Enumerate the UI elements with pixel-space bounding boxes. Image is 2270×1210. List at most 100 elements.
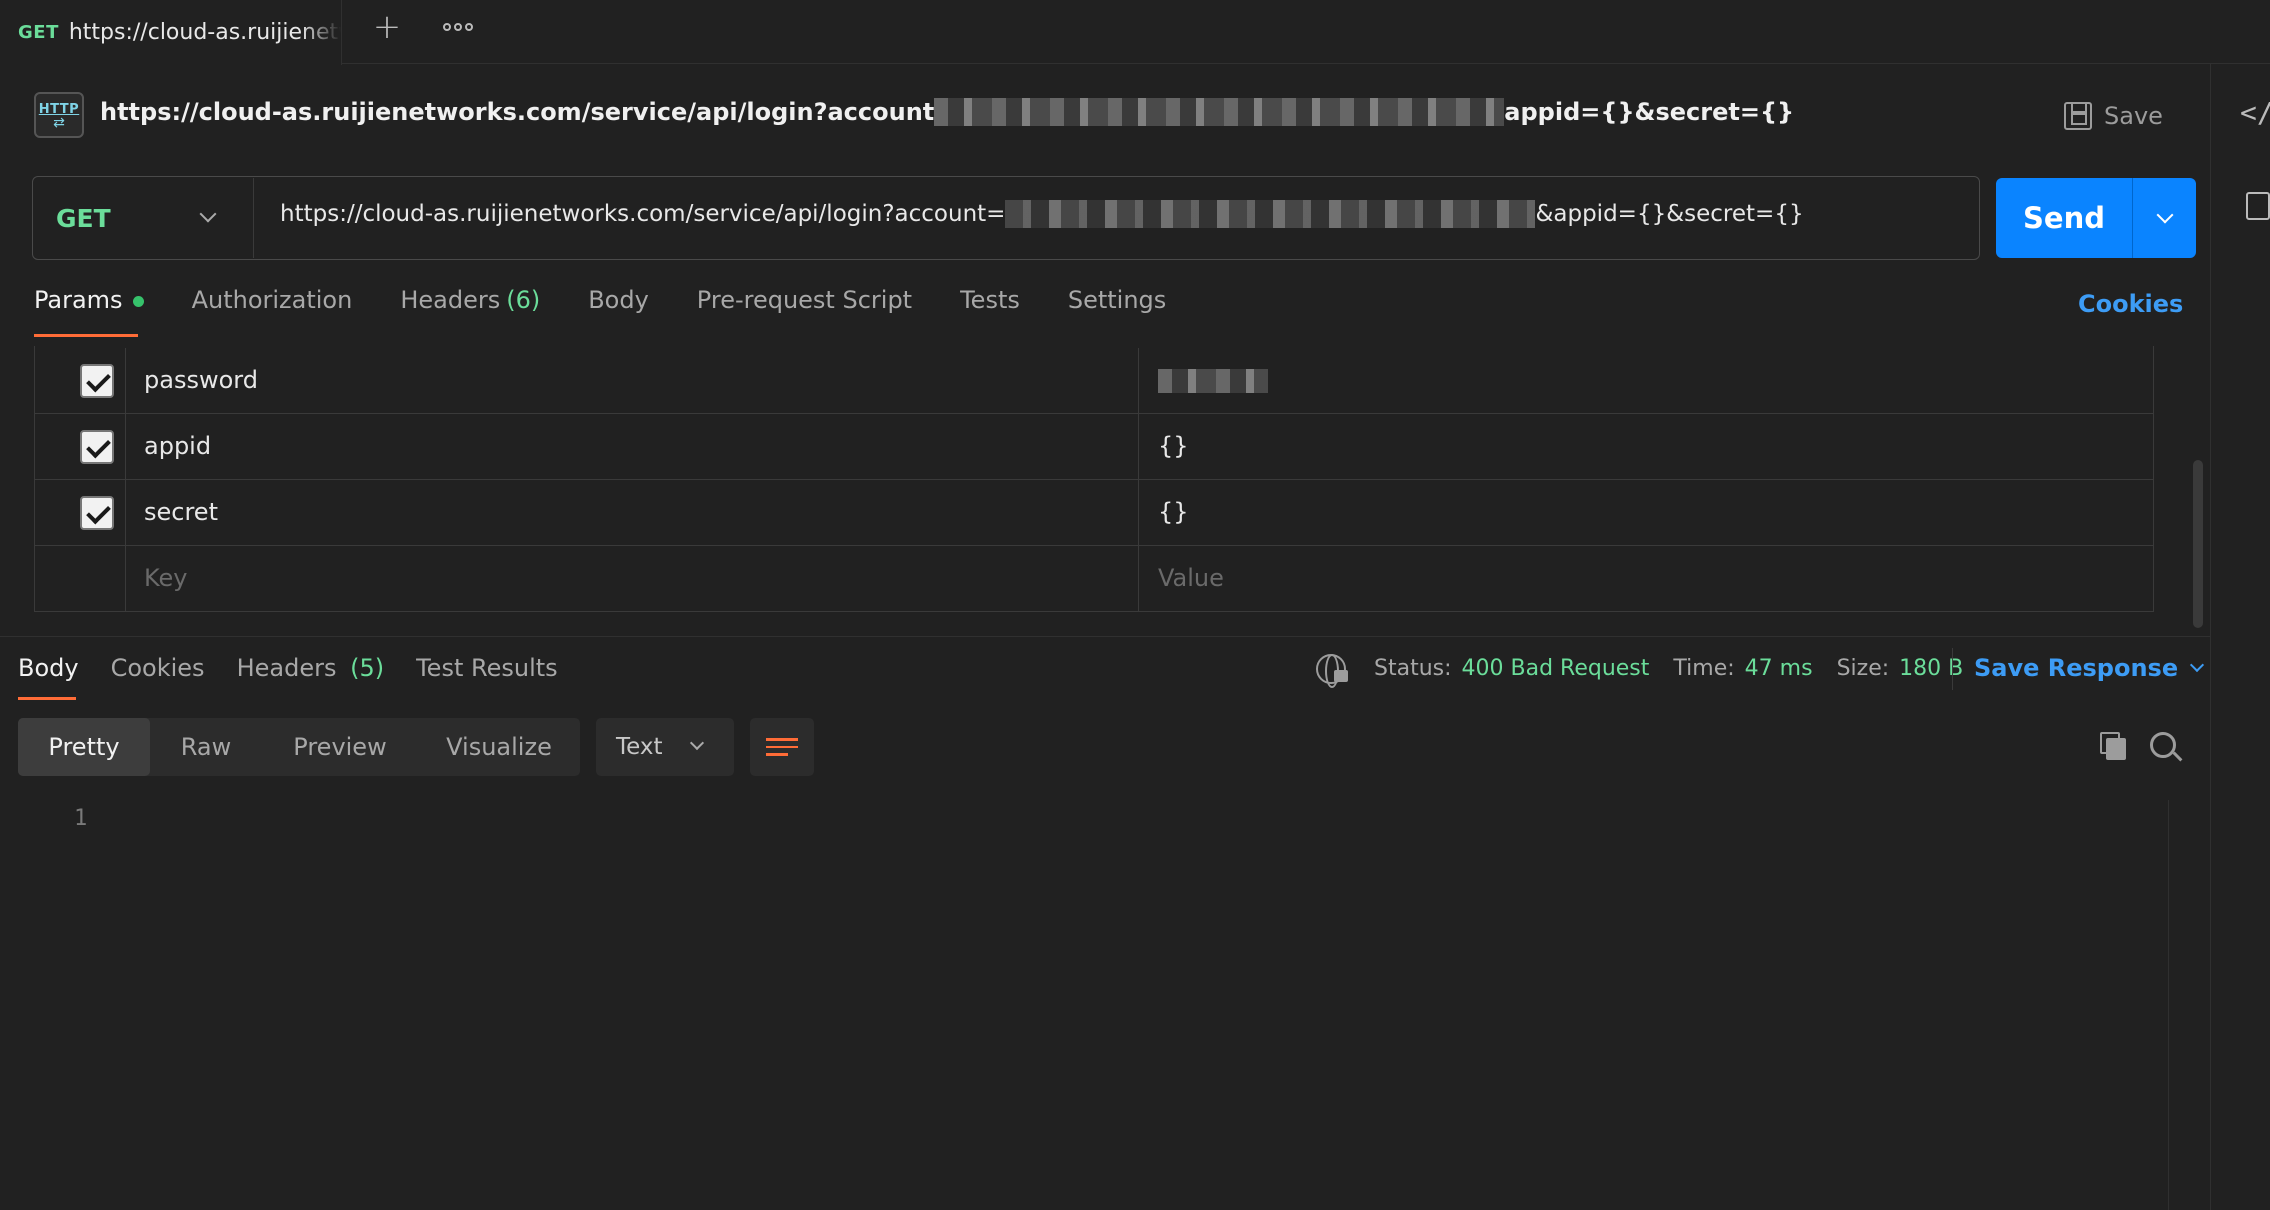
- format-select[interactable]: Text: [596, 718, 734, 776]
- table-row: appid {}: [34, 414, 2154, 480]
- response-tab-test-results[interactable]: Test Results: [416, 654, 590, 682]
- active-tab-underline: [34, 334, 138, 337]
- method-select[interactable]: GET: [34, 178, 254, 258]
- tab-label: Headers: [236, 654, 337, 682]
- params-active-dot: [132, 296, 144, 307]
- format-value: Text: [616, 734, 663, 760]
- chevron-down-icon: [2156, 206, 2173, 224]
- column-divider: [1138, 546, 1139, 612]
- row-enabled-checkbox[interactable]: [80, 430, 114, 464]
- time-label: Time:: [1673, 656, 1735, 681]
- column-divider: [1138, 480, 1139, 546]
- request-tab[interactable]: GET https://cloud-as.ruijienetw: [0, 0, 342, 65]
- send-button[interactable]: Send: [1996, 178, 2132, 258]
- view-raw-button[interactable]: Raw: [150, 718, 262, 776]
- status-label: Status:: [1374, 656, 1452, 681]
- tab-label: Pre-request Script: [696, 286, 913, 314]
- response-tab-headers[interactable]: Headers (5): [237, 654, 417, 682]
- params-scrollbar[interactable]: [2193, 460, 2203, 628]
- tab-label: Cookies: [110, 654, 205, 682]
- new-tab-plus-icon[interactable]: +: [368, 7, 406, 47]
- tab-label: Test Results: [416, 654, 558, 682]
- request-name-prefix: https://cloud-as.ruijienetworks.com/serv…: [100, 98, 935, 126]
- url-suffix: &appid={}&secret={}: [1535, 201, 1804, 227]
- size-value[interactable]: 180 B: [1899, 656, 1963, 681]
- response-tabs: Body Cookies Headers (5) Test Results: [18, 654, 590, 682]
- view-preview-button[interactable]: Preview: [262, 718, 418, 776]
- tab-label: Body: [18, 654, 79, 682]
- tab-count: (6): [506, 286, 541, 314]
- wrap-lines-icon[interactable]: [750, 718, 814, 776]
- tab-params[interactable]: Params: [34, 286, 192, 332]
- search-icon[interactable]: [2150, 732, 2176, 758]
- tab-authorization[interactable]: Authorization: [192, 286, 401, 332]
- tab-label: Headers: [400, 286, 501, 314]
- save-icon: [2064, 102, 2092, 130]
- new-param-key-input[interactable]: Key: [144, 564, 188, 592]
- url-input[interactable]: https://cloud-as.ruijienetworks.com/serv…: [280, 200, 1804, 228]
- param-key[interactable]: appid: [144, 432, 211, 460]
- chevron-down-icon: [689, 735, 705, 751]
- url-prefix: https://cloud-as.ruijienetworks.com/serv…: [280, 201, 1006, 227]
- chevron-down-icon: [199, 205, 217, 223]
- tab-pre-request-script[interactable]: Pre-request Script: [697, 286, 960, 332]
- redacted-account-block: [934, 98, 1505, 126]
- param-value[interactable]: {}: [1158, 498, 1189, 526]
- right-sidebar: [2210, 64, 2270, 1210]
- row-check-cell: [34, 546, 126, 612]
- more-tabs-ellipsis-icon[interactable]: [438, 10, 478, 44]
- tab-tests[interactable]: Tests: [960, 286, 1068, 332]
- response-tab-body[interactable]: Body: [18, 654, 111, 682]
- row-enabled-checkbox[interactable]: [80, 496, 114, 530]
- lock-icon: [1334, 670, 1348, 682]
- status-value[interactable]: 400 Bad Request: [1462, 656, 1650, 681]
- tab-headers[interactable]: Headers (6): [400, 286, 588, 332]
- code-snippet-icon[interactable]: </: [2240, 96, 2270, 129]
- tab-fade: [301, 0, 341, 64]
- tab-label: Params: [34, 286, 123, 314]
- tab-settings[interactable]: Settings: [1068, 286, 1214, 332]
- tab-label: Body: [588, 286, 649, 314]
- new-param-value-input[interactable]: Value: [1158, 564, 1224, 592]
- save-label: Save: [2104, 102, 2163, 130]
- tab-method: GET: [18, 22, 59, 43]
- request-tabs: Params Authorization Headers (6) Body Pr…: [34, 286, 1214, 332]
- method-value: GET: [56, 203, 111, 233]
- tab-label: Tests: [960, 286, 1020, 314]
- send-options-button[interactable]: [2133, 178, 2196, 258]
- param-key[interactable]: password: [144, 366, 258, 394]
- pane-divider[interactable]: [0, 636, 2210, 637]
- documentation-icon[interactable]: [2246, 192, 2270, 220]
- column-divider: [1138, 414, 1139, 480]
- time-value[interactable]: 47 ms: [1745, 656, 1813, 681]
- http-request-icon: HTTP ⇄: [34, 92, 84, 138]
- param-value[interactable]: [1158, 366, 1268, 394]
- copy-icon[interactable]: [2100, 732, 2126, 760]
- cookies-link[interactable]: Cookies: [2078, 290, 2183, 318]
- response-meta: Status: 400 Bad Request Time: 47 ms Size…: [1374, 656, 1987, 681]
- divider: [1952, 648, 1953, 690]
- size-label: Size:: [1836, 656, 1890, 681]
- param-key[interactable]: secret: [144, 498, 218, 526]
- request-name[interactable]: https://cloud-as.ruijienetworks.com/serv…: [100, 98, 1794, 126]
- tab-count: (5): [350, 654, 385, 682]
- redacted-account-block: [1005, 200, 1536, 228]
- response-tab-cookies[interactable]: Cookies: [111, 654, 237, 682]
- table-row: password: [34, 348, 2154, 414]
- editor-scrollbar-track: [2168, 800, 2169, 1210]
- view-visualize-button[interactable]: Visualize: [418, 718, 580, 776]
- table-row: secret {}: [34, 480, 2154, 546]
- save-response-button[interactable]: Save Response: [1974, 654, 2205, 682]
- view-pretty-button[interactable]: Pretty: [18, 718, 150, 776]
- request-name-suffix: appid={}&secret={}: [1504, 98, 1795, 126]
- tab-body[interactable]: Body: [588, 286, 697, 332]
- tab-label: Settings: [1067, 286, 1167, 314]
- redacted-password-block: [1158, 369, 1268, 393]
- table-row-new: Key Value: [34, 546, 2154, 612]
- param-value[interactable]: {}: [1158, 432, 1189, 460]
- row-enabled-checkbox[interactable]: [80, 364, 114, 398]
- chevron-down-icon: [2190, 657, 2205, 673]
- tab-label: Authorization: [191, 286, 353, 314]
- save-button[interactable]: Save: [2064, 96, 2163, 136]
- column-divider: [1138, 348, 1139, 414]
